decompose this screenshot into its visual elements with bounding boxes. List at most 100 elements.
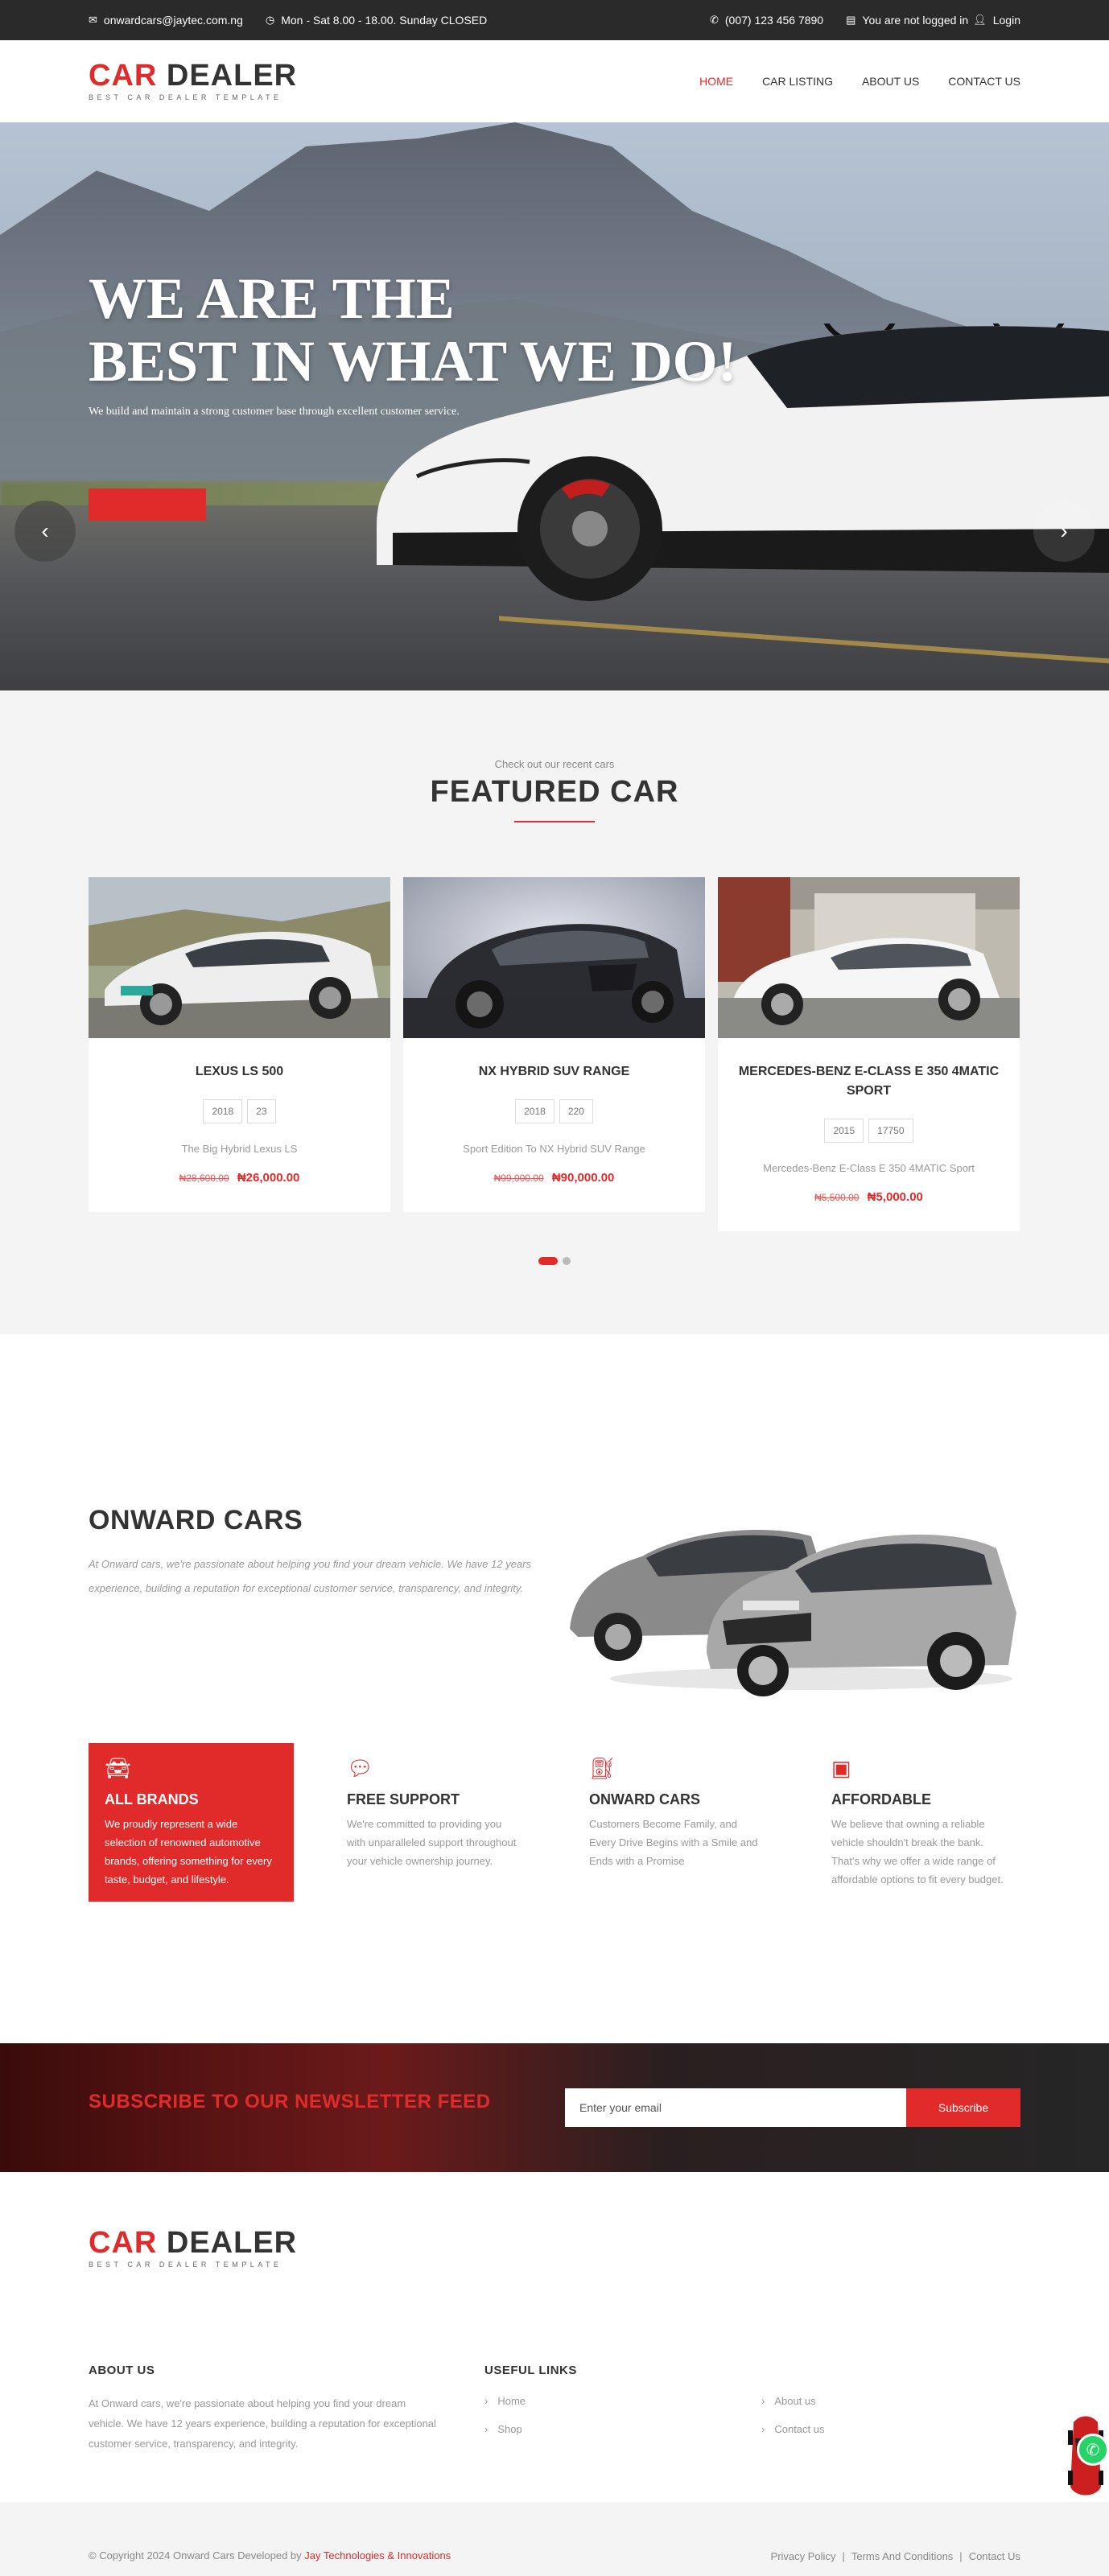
car-photo [718, 877, 1020, 1038]
featured-carousel: LEXUS LS 500 2018 23 The Big Hybrid Lexu… [89, 877, 1020, 1231]
footer-links-heading: USEFUL LINKS [484, 2364, 577, 2377]
car-image-mercedes-e350[interactable] [718, 877, 1020, 1038]
fuel-pump-icon: ⛽︎ [589, 1756, 616, 1780]
footer-logo[interactable]: CAR DEALER BEST CAR DEALER TEMPLATE [89, 2228, 1020, 2269]
phone-text: (007) 123 456 7890 [724, 14, 824, 27]
about-section: ONWARD CARS At Onward cars, we're passio… [0, 1334, 1109, 1958]
car-photo [403, 877, 705, 1038]
feature-description: We believe that owning a reliable vehicl… [831, 1818, 1004, 1886]
chevron-right-icon: › [484, 2395, 489, 2407]
chevron-right-icon: › [1060, 518, 1068, 543]
slider-next-button[interactable]: › [1033, 501, 1095, 562]
footer-link-contact[interactable]: › Contact us [761, 2423, 922, 2435]
contact-us-link[interactable]: Contact Us [969, 2550, 1020, 2562]
footer-about-heading: ABOUT US [89, 2364, 155, 2377]
hero-slider: WE ARE THE BEST IN WHAT WE DO! We build … [0, 122, 1109, 690]
about-description: At Onward cars, we're passionate about h… [89, 1558, 531, 1594]
hero-subtitle: We build and maintain a strong customer … [89, 406, 460, 418]
chevron-right-icon: › [484, 2423, 489, 2435]
car-year: 2015 [824, 1119, 864, 1143]
logo-dealer-text: DEALER [166, 2226, 298, 2260]
old-price: ₦5,500.00 [814, 1192, 860, 1203]
chevron-right-icon: › [761, 2423, 765, 2435]
logo-car-text: CAR [89, 2226, 158, 2260]
car-name[interactable]: NX HYBRID SUV RANGE [419, 1062, 689, 1082]
car-description: The Big Hybrid Lexus LS [181, 1143, 298, 1155]
feature-list: 🚘︎ ALL BRANDS We proudly represent a wid… [89, 1743, 1020, 1902]
opening-hours: ◷ Mon - Sat 8.00 - 18.00. Sunday CLOSED [266, 14, 487, 27]
car-card[interactable]: MERCEDES-BENZ E-CLASS E 350 4MATIC SPORT… [718, 877, 1020, 1231]
chevron-left-icon: ‹ [41, 518, 49, 543]
hero-content: WE ARE THE BEST IN WHAT WE DO! We build … [89, 267, 737, 418]
footer-link-about[interactable]: › About us [761, 2395, 922, 2407]
login-label: Login [992, 14, 1020, 27]
nav-car-listing[interactable]: CAR LISTING [762, 75, 833, 88]
feature-all-brands: 🚘︎ ALL BRANDS We proudly represent a wid… [89, 1743, 294, 1902]
old-price: ₦99,000.00 [493, 1173, 544, 1184]
footer-about: ABOUT US At Onward cars, we're passionat… [89, 2364, 484, 2454]
site-logo[interactable]: CAR DEALER BEST CAR DEALER TEMPLATE [89, 59, 297, 101]
newsletter-section: SUBSCRIBE TO OUR NEWSLETTER FEED Subscri… [0, 2043, 1109, 2172]
nav-about-us[interactable]: ABOUT US [862, 75, 919, 88]
feature-description: Customers Become Family, and Every Drive… [589, 1818, 758, 1867]
privacy-policy-link[interactable]: Privacy Policy [771, 2550, 836, 2562]
carousel-dot-2[interactable] [563, 1257, 571, 1265]
whatsapp-button[interactable]: ✆ [1077, 2434, 1109, 2466]
footer-links: USEFUL LINKS › Home › About us › Shop › Cont… [484, 2364, 880, 2454]
copyright-bar: © Copyright 2024 Onward Cars Developed b… [0, 2416, 1109, 2576]
envelope-icon: ✉ [89, 14, 97, 26]
car-card[interactable]: LEXUS LS 500 2018 23 The Big Hybrid Lexu… [89, 877, 390, 1212]
hero-title-line2: BEST IN WHAT WE DO! [89, 329, 737, 394]
car-photo [89, 877, 390, 1038]
car-name[interactable]: MERCEDES-BENZ E-CLASS E 350 4MATIC SPORT [734, 1062, 1004, 1101]
feature-title: ALL BRANDS [105, 1791, 199, 1807]
nav-contact-us[interactable]: CONTACT US [948, 75, 1020, 88]
login-status-text: You are not logged in [862, 14, 969, 27]
feature-title: FREE SUPPORT [347, 1791, 460, 1807]
current-price: ₦26,000.00 [237, 1171, 300, 1185]
contact-phone[interactable]: ✆ (007) 123 456 7890 [710, 14, 823, 27]
footer-link-home[interactable]: › Home [484, 2395, 761, 2407]
feature-free-support: 💬︎ FREE SUPPORT We're committed to provi… [331, 1743, 536, 1902]
user-icon: 👤︎ [973, 14, 987, 26]
carousel-dots [89, 1257, 1020, 1265]
slider-prev-button[interactable]: ‹ [14, 501, 76, 562]
hours-text: Mon - Sat 8.00 - 18.00. Sunday CLOSED [281, 14, 488, 27]
car-image-lexus-ls[interactable] [89, 877, 390, 1038]
newsletter-email-input[interactable] [565, 2088, 906, 2127]
title-underline [514, 821, 595, 822]
footer-link-shop[interactable]: › Shop [484, 2423, 761, 2435]
contact-email[interactable]: ✉ onwardcars@jaytec.com.ng [89, 14, 243, 27]
feature-description: We proudly represent a wide selection of… [105, 1818, 272, 1886]
developer-link[interactable]: Jay Technologies & Innovations [304, 2549, 451, 2562]
feature-title: ONWARD CARS [589, 1791, 700, 1807]
car-card[interactable]: NX HYBRID SUV RANGE 2018 220 Sport Editi… [403, 877, 705, 1212]
carousel-dot-1[interactable] [538, 1257, 558, 1265]
nav-home[interactable]: HOME [699, 75, 733, 88]
hero-title: WE ARE THE BEST IN WHAT WE DO! [89, 267, 737, 393]
subscribe-button[interactable]: Subscribe [906, 2088, 1020, 2127]
featured-kicker: Check out our recent cars [494, 758, 615, 770]
car-spec: 220 [559, 1099, 593, 1123]
car-price: ₦28,600.00 ₦26,000.00 [105, 1171, 374, 1185]
hero-title-line1: WE ARE THE [89, 266, 455, 331]
copyright-text: © Copyright 2024 Onward Cars Developed b… [89, 2549, 451, 2562]
id-card-icon: ▤ [846, 14, 856, 26]
car-name[interactable]: LEXUS LS 500 [105, 1062, 374, 1082]
login-status: ▤ You are not logged in [846, 14, 968, 27]
feature-onward-cars: ⛽︎ ONWARD CARS Customers Become Family, … [573, 1743, 778, 1902]
login-link[interactable]: 👤︎ Login [973, 14, 1020, 27]
site-header: CAR DEALER BEST CAR DEALER TEMPLATE HOME… [0, 40, 1109, 122]
hero-cta-button[interactable] [89, 488, 206, 521]
separator: | [959, 2549, 963, 2562]
logo-car-text: CAR [89, 59, 158, 93]
chat-bubble-icon: 💬︎ [347, 1756, 374, 1780]
featured-cars-section: Check out our recent cars FEATURED CAR L… [0, 690, 1109, 1334]
feature-description: We're committed to providing you with un… [347, 1818, 517, 1867]
newsletter-title: SUBSCRIBE TO OUR NEWSLETTER FEED [89, 2091, 491, 2112]
footer-about-text: At Onward cars, we're passionate about h… [89, 2397, 436, 2450]
car-image-nx-hybrid[interactable] [403, 877, 705, 1038]
car-front-icon: 🚘︎ [105, 1756, 132, 1780]
car-price: ₦5,500.00 ₦5,000.00 [734, 1190, 1004, 1204]
terms-link[interactable]: Terms And Conditions [851, 2550, 953, 2562]
